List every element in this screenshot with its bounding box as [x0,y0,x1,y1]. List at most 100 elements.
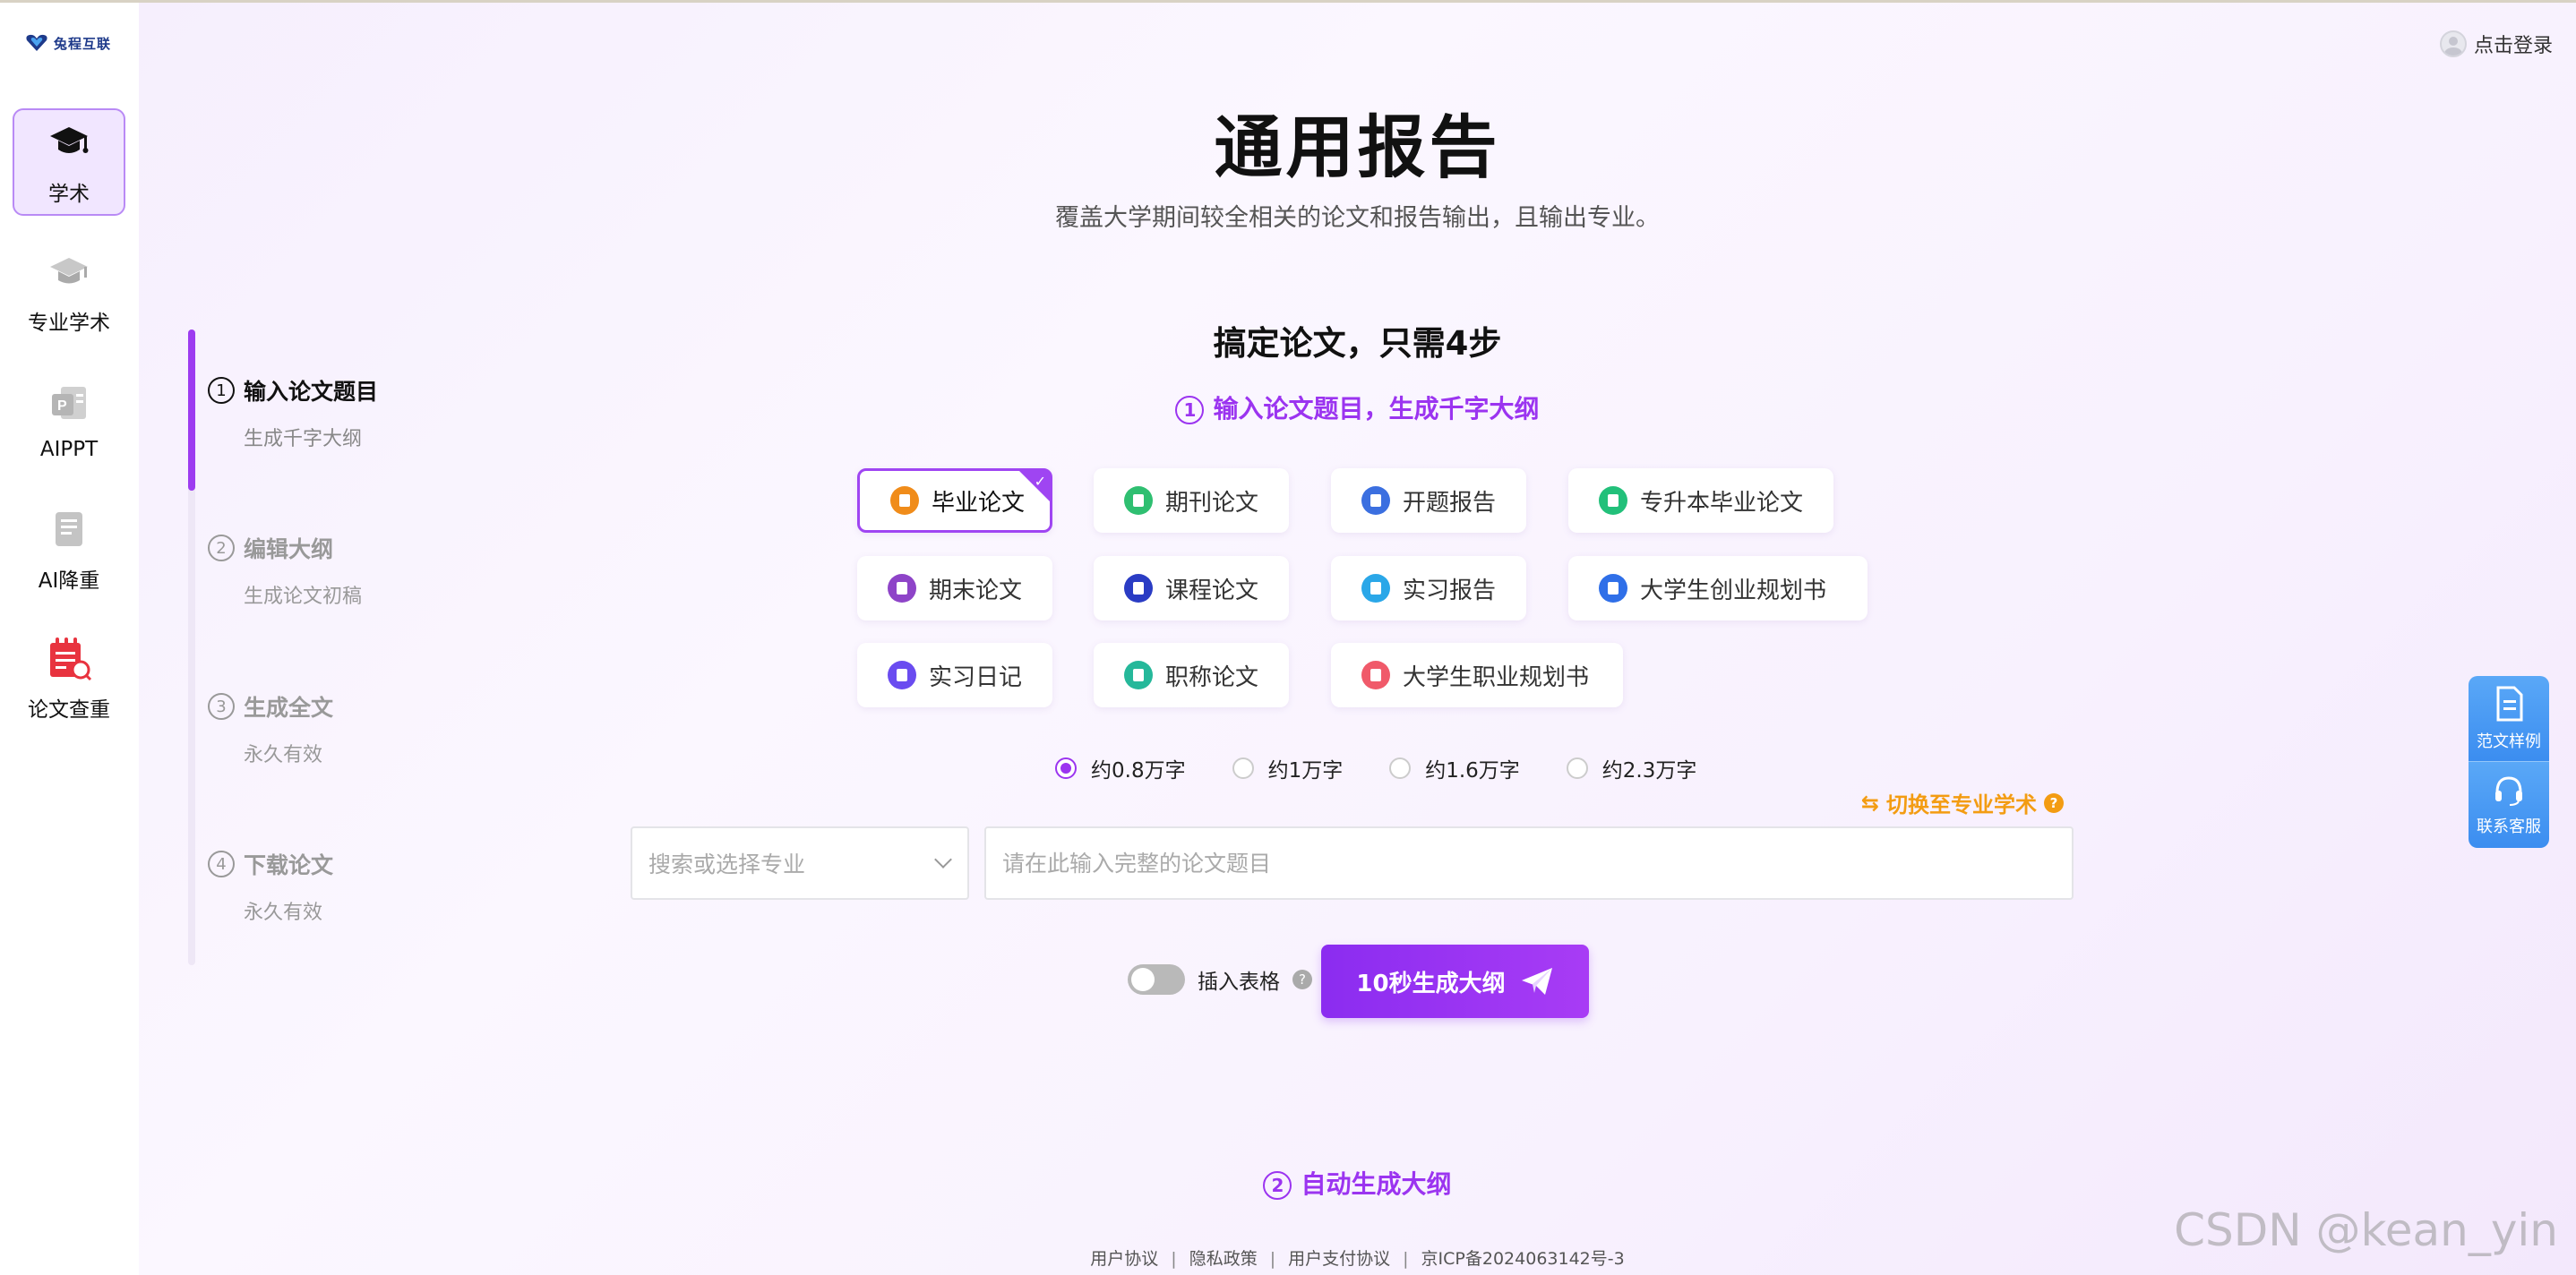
logo-icon [26,34,47,51]
paper-type-title-paper[interactable]: 职称论文 [1094,643,1289,707]
word-count-option[interactable]: 约2.3万字 [1566,753,1697,783]
footer-link-icp[interactable]: 京ICP备2024063142号-3 [1421,1249,1625,1269]
paper-type-label: 大学生创业规划书 [1640,577,1827,604]
footer-separator: | [1269,1249,1276,1269]
paper-type-icon [1361,574,1390,603]
topic-input[interactable] [984,826,2074,900]
document-icon [44,504,94,554]
paper-type-upgrade[interactable]: 专升本毕业论文 [1568,468,1833,533]
nav-label: AI降重 [38,569,100,593]
section-title: 搞定论文，只需4步 [1213,324,1502,363]
paper-type-icon [888,574,916,603]
paper-type-course[interactable]: 课程论文 [1094,556,1289,620]
paper-type-icon [888,661,916,689]
paper-type-icon [1124,486,1153,515]
footer-link-user-agreement[interactable]: 用户协议 [1090,1249,1158,1269]
generate-label: 10秒生成大纲 [1356,970,1506,997]
step-title: 生成全文 [244,695,334,721]
step-title: 下载论文 [244,852,334,878]
chevron-down-icon [934,851,952,869]
sample-essay-button[interactable]: 范文样例 [2469,676,2549,762]
step-hint-number: 1 [1175,396,1205,424]
nav-item-pro-academic[interactable]: 专业学术 [13,237,125,345]
paper-type-graduation[interactable]: 毕业论文 ✓ [857,468,1052,533]
customer-service-button[interactable]: 联系客服 [2469,762,2549,848]
swap-icon: ⇆ [1860,790,1879,816]
paper-type-internship-diary[interactable]: 实习日记 [857,643,1052,707]
step-4[interactable]: 4 下载论文 永久有效 [208,848,333,925]
generate-outline-button[interactable]: 10秒生成大纲 [1321,945,1589,1018]
insert-table-control: 插入表格 ? [1128,964,1312,995]
help-icon[interactable]: ? [1292,970,1312,989]
nav-item-aippt[interactable]: P AIPPT [13,366,125,474]
login-link[interactable]: 点击登录 [2439,30,2553,58]
paper-type-icon [1361,661,1390,689]
step-hint-1: 1 输入论文题目，生成千字大纲 [139,389,2576,425]
word-count-option[interactable]: 约0.8万字 [1055,753,1186,783]
radio-label: 约2.3万字 [1601,759,1697,783]
paper-type-label: 专升本毕业论文 [1640,489,1804,517]
step-hint-text: 自动生成大纲 [1301,1169,1452,1199]
nav-label: 学术 [48,183,90,206]
mortarboard-icon [44,117,94,167]
paper-type-career-plan[interactable]: 大学生职业规划书 [1331,643,1623,707]
floating-panel: 范文样例 联系客服 [2469,676,2549,848]
paper-type-icon [1361,486,1390,515]
paper-type-label: 实习报告 [1403,577,1497,604]
radio-label: 约0.8万字 [1091,759,1186,783]
major-select[interactable]: 搜索或选择专业 [631,826,969,900]
nav-item-academic[interactable]: 学术 [13,108,125,216]
paper-type-label: 实习日记 [929,663,1023,691]
step-2[interactable]: 2 编辑大纲 生成论文初稿 [208,532,362,609]
brand-name: 兔程互联 [54,35,112,52]
avatar-icon [2439,30,2467,57]
paper-type-label: 期末论文 [929,577,1023,604]
paper-type-label: 开题报告 [1403,489,1497,517]
paper-type-label: 职称论文 [1165,663,1259,691]
paper-type-journal[interactable]: 期刊论文 [1094,468,1289,533]
graduation-cap-icon [44,246,94,296]
footer-link-privacy[interactable]: 隐私政策 [1189,1249,1258,1269]
step-hint-2: 2 自动生成大纲 [139,1165,2576,1201]
sample-essay-label: 范文样例 [2477,732,2541,751]
radio-dot [1389,757,1412,779]
footer-separator: | [1403,1249,1409,1269]
send-icon [1521,968,1552,995]
step-desc: 生成千字大纲 [244,428,363,450]
step-desc: 永久有效 [244,744,323,766]
paper-type-final[interactable]: 期末论文 [857,556,1052,620]
page-title: 通用报告 [1214,107,1501,187]
word-count-option[interactable]: 约1.6万字 [1389,753,1520,783]
paper-type-proposal[interactable]: 开题报告 [1331,468,1526,533]
insert-table-toggle[interactable] [1128,964,1185,995]
nav-label: 论文查重 [28,698,110,722]
paper-type-internship-report[interactable]: 实习报告 [1331,556,1526,620]
step-desc: 永久有效 [244,902,323,924]
step-number: 2 [208,535,235,561]
step-3[interactable]: 3 生成全文 永久有效 [208,690,333,767]
word-count-options: 约0.8万字 约1万字 约1.6万字 约2.3万字 [1055,753,1696,783]
paper-type-icon [1124,574,1153,603]
paper-type-label: 毕业论文 [932,489,1026,517]
login-label: 点击登录 [2473,35,2553,57]
radio-label: 约1.6万字 [1425,759,1520,783]
nav-label: 专业学术 [28,312,110,335]
brand-logo[interactable]: 兔程互联 [25,33,111,53]
insert-table-label: 插入表格 [1198,971,1280,994]
step-hint-number: 2 [1263,1171,1292,1200]
document-icon [2496,686,2523,721]
radio-dot [1566,757,1588,779]
footer-link-payment[interactable]: 用户支付协议 [1288,1249,1390,1269]
nav-item-plagiarism-check[interactable]: 论文查重 [13,624,125,732]
step-number: 3 [208,693,235,720]
paper-type-label: 期刊论文 [1165,489,1259,517]
word-count-option[interactable]: 约1万字 [1232,753,1344,783]
radio-dot [1232,757,1254,779]
radio-label: 约1万字 [1267,759,1344,783]
page-subtitle: 覆盖大学期间较全相关的论文和报告输出，且输出专业。 [1055,204,1660,232]
nav-item-ai-rewrite[interactable]: AI降重 [13,495,125,603]
help-icon[interactable]: ? [2044,792,2064,813]
paper-type-startup-plan[interactable]: 大学生创业规划书 [1568,556,1868,620]
switch-to-pro-link[interactable]: ⇆ 切换至专业学术 ? [1861,787,2064,818]
plagiarism-check-icon [44,633,94,683]
